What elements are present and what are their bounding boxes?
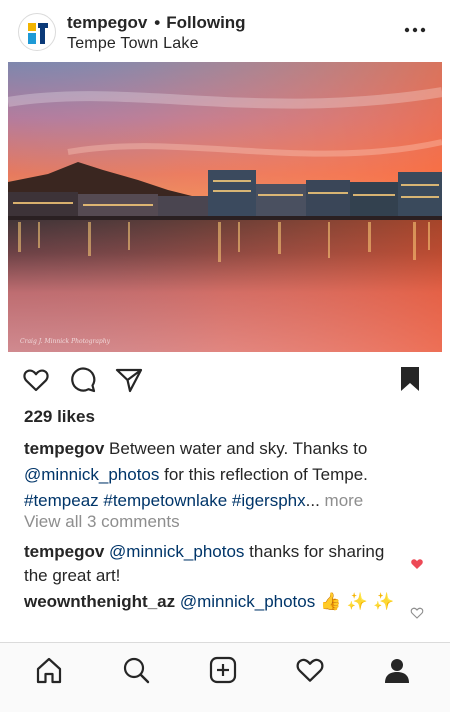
post-photo[interactable]: Craig J. Minnick Photography [8, 62, 442, 352]
comment-icon[interactable] [69, 366, 97, 394]
likes-count[interactable]: 229 likes [24, 407, 95, 427]
caption-text-2: for this reflection of Tempe. [164, 465, 368, 484]
view-all-comments-link[interactable]: View all 3 comments [24, 512, 180, 532]
comment-item: weownthenight_az @minnick_photos 👍 ✨ ✨ [24, 590, 404, 614]
post-location[interactable]: Tempe Town Lake [67, 35, 199, 53]
liked-heart-icon[interactable] [410, 557, 424, 570]
comment-username[interactable]: tempegov [24, 542, 104, 561]
new-post-icon[interactable] [208, 655, 238, 685]
post-header: tempegov • Following Tempe Town Lake [0, 0, 450, 62]
search-icon[interactable] [121, 655, 151, 685]
home-icon[interactable] [34, 655, 64, 685]
photo-watermark: Craig J. Minnick Photography [20, 338, 111, 345]
comment-mention[interactable]: @minnick_photos [180, 592, 315, 611]
comment-mention[interactable]: @minnick_photos [109, 542, 244, 561]
paper-plane-icon[interactable] [115, 366, 143, 394]
comment-item: tempegov @minnick_photos thanks for shar… [24, 540, 404, 588]
following-button[interactable]: Following [166, 13, 245, 32]
bookmark-filled-icon[interactable] [399, 366, 427, 394]
avatar[interactable] [18, 13, 56, 51]
tempe-logo-icon [28, 23, 48, 44]
caption-mention[interactable]: @minnick_photos [24, 465, 159, 484]
more-options-icon[interactable] [404, 22, 426, 38]
caption-more-link[interactable]: more [325, 491, 364, 510]
comment-emoji-text: 👍 ✨ ✨ [319, 592, 395, 612]
caption-ellipsis: ... [305, 491, 320, 510]
post-caption: tempegov Between water and sky. Thanks t… [24, 436, 424, 514]
heart-outline-small-icon[interactable] [410, 606, 424, 619]
profile-icon[interactable] [382, 655, 412, 685]
separator-dot: • [154, 13, 161, 32]
bottom-nav [0, 642, 450, 712]
caption-text-1: Between water and sky. Thanks to [109, 439, 368, 458]
caption-hashtags[interactable]: #tempeaz #tempetownlake #igersphx [24, 491, 306, 510]
activity-heart-icon[interactable] [295, 655, 325, 685]
heart-outline-icon[interactable] [22, 366, 50, 394]
comment-username[interactable]: weownthenight_az [24, 592, 175, 611]
action-bar [0, 352, 450, 404]
post-author: tempegov • Following [67, 13, 246, 33]
caption-username[interactable]: tempegov [24, 439, 104, 458]
author-username[interactable]: tempegov [67, 13, 147, 32]
